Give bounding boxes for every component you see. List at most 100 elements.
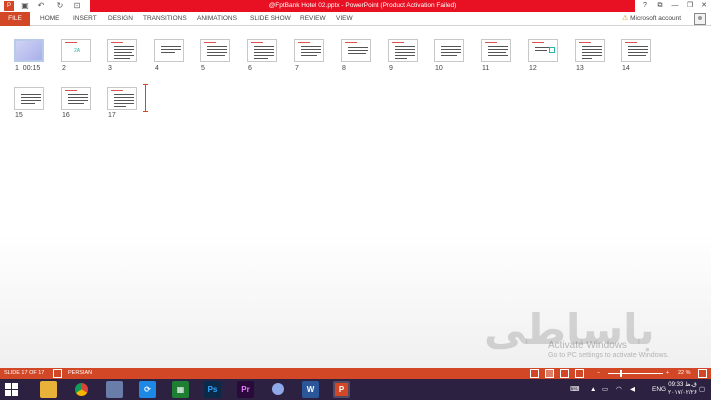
clock-time: 09:33 ق.ظ bbox=[668, 382, 697, 388]
wifi-icon[interactable]: ◠ bbox=[616, 379, 622, 400]
slide-thumbnail-4[interactable] bbox=[154, 39, 184, 62]
slide-thumbnail-14[interactable] bbox=[621, 39, 651, 62]
premiere-icon[interactable]: Pr bbox=[237, 381, 254, 398]
powerpoint-logo-icon: P bbox=[4, 1, 14, 11]
volume-icon[interactable]: ◀ bbox=[630, 379, 635, 400]
battery-icon[interactable]: ▭ bbox=[602, 379, 608, 400]
activate-windows-hint: Go to PC settings to activate Windows. bbox=[548, 352, 669, 359]
slide-thumbnail-3[interactable] bbox=[107, 39, 137, 62]
slide-number-13: 13 bbox=[576, 65, 584, 72]
slide-thumbnail-9[interactable] bbox=[388, 39, 418, 62]
normal-view-icon[interactable] bbox=[530, 369, 539, 378]
slide-thumbnail-6[interactable] bbox=[247, 39, 277, 62]
slide-number-2: 2 bbox=[62, 65, 66, 72]
zoom-in-icon[interactable]: + bbox=[666, 368, 669, 379]
slide-thumbnail-13[interactable] bbox=[575, 39, 605, 62]
slide-number-17: 17 bbox=[108, 112, 116, 119]
clock-date: ۲۰۱۷/۰۲/۲۶ bbox=[668, 390, 698, 396]
slide-number-7: 7 bbox=[295, 65, 299, 72]
tab-file[interactable]: FILE bbox=[0, 12, 30, 26]
zoom-slider-thumb[interactable] bbox=[620, 370, 623, 377]
slide-thumbnail-17[interactable] bbox=[107, 87, 137, 110]
window-title: @FptBank Hotel 02.pptx - PowerPoint (Pro… bbox=[90, 0, 635, 12]
tab-home[interactable]: HOME bbox=[40, 12, 60, 26]
file-explorer-icon[interactable] bbox=[40, 381, 57, 398]
input-language[interactable]: ENG bbox=[652, 379, 666, 400]
redo-icon[interactable]: ↻ bbox=[55, 1, 65, 11]
reading-view-icon[interactable] bbox=[560, 369, 569, 378]
slide-thumbnail-5[interactable] bbox=[200, 39, 230, 62]
zoom-level[interactable]: 22 % bbox=[678, 368, 691, 379]
powerpoint-taskbar-icon[interactable]: P bbox=[333, 381, 350, 398]
slide-number-12: 12 bbox=[529, 65, 537, 72]
slide-number-15: 15 bbox=[15, 112, 23, 119]
ribbon-display-options-button[interactable]: ⧉ bbox=[653, 0, 667, 12]
update-app-icon[interactable]: ⟳ bbox=[139, 381, 156, 398]
slide-sorter-view-icon[interactable] bbox=[545, 369, 554, 378]
insertion-cursor bbox=[143, 84, 148, 112]
activate-windows-title: Activate Windows bbox=[548, 340, 627, 351]
restore-button[interactable]: ❐ bbox=[683, 0, 697, 12]
windows-start-icon[interactable] bbox=[5, 383, 18, 396]
warning-icon: ⚠ bbox=[622, 15, 629, 22]
undo-icon[interactable]: ↶ bbox=[36, 1, 46, 11]
slide-thumbnail-10[interactable] bbox=[434, 39, 464, 62]
slide-thumbnail-7[interactable] bbox=[294, 39, 324, 62]
slide-thumbnail-16[interactable] bbox=[61, 87, 91, 110]
zoom-slider[interactable] bbox=[608, 373, 663, 374]
ribbon-tabs: FILE HOME INSERT DESIGN TRANSITIONS ANIM… bbox=[0, 12, 711, 26]
slide-number-8: 8 bbox=[342, 65, 346, 72]
zoom-out-icon[interactable]: − bbox=[597, 368, 600, 379]
chrome-icon[interactable] bbox=[73, 381, 90, 398]
slide-number-11: 11 bbox=[482, 65, 490, 72]
action-center-icon[interactable]: ▢ bbox=[699, 379, 705, 400]
title-bar: P ▣ ↶ ↻ ⊡ @FptBank Hotel 02.pptx - Power… bbox=[0, 0, 711, 12]
language-indicator[interactable]: PERSIAN bbox=[68, 368, 92, 379]
tab-design[interactable]: DESIGN bbox=[108, 12, 133, 26]
slide-number-16: 16 bbox=[62, 112, 70, 119]
status-bar: SLIDE 17 OF 17 PERSIAN − + 22 % bbox=[0, 368, 711, 379]
notification-icon[interactable]: ▲ bbox=[590, 379, 596, 400]
slide-number-6: 6 bbox=[248, 65, 252, 72]
save-icon[interactable]: ▣ bbox=[20, 1, 30, 11]
photoshop-icon[interactable]: Ps bbox=[204, 381, 221, 398]
slide-thumbnail-1[interactable] bbox=[14, 39, 44, 62]
slide-number-5: 5 bbox=[201, 65, 205, 72]
close-button[interactable]: ✕ bbox=[697, 0, 711, 12]
tab-view[interactable]: VIEW bbox=[336, 12, 353, 26]
slide-number-1: 1 00:15 bbox=[15, 65, 41, 72]
minimize-button[interactable]: — bbox=[668, 0, 682, 12]
tab-transitions[interactable]: TRANSITIONS bbox=[143, 12, 187, 26]
slide-number-10: 10 bbox=[435, 65, 443, 72]
fit-to-window-icon[interactable] bbox=[698, 369, 707, 378]
tab-slide-show[interactable]: SLIDE SHOW bbox=[250, 12, 291, 26]
slide-thumbnail-2[interactable]: 2A bbox=[61, 39, 91, 62]
tab-insert[interactable]: INSERT bbox=[73, 12, 97, 26]
slide-timing: 00:15 bbox=[22, 65, 41, 72]
clock[interactable]: 09:33 ق.ظ ۲۰۱۷/۰۲/۲۶ bbox=[668, 381, 697, 397]
word-icon[interactable]: W bbox=[302, 381, 319, 398]
account-menu[interactable]: ⚠ Microsoft account bbox=[622, 13, 681, 25]
slide-counter: SLIDE 17 OF 17 bbox=[4, 370, 45, 376]
tab-review[interactable]: REVIEW bbox=[300, 12, 326, 26]
calculator-icon[interactable]: ▦ bbox=[172, 381, 189, 398]
account-label: Microsoft account bbox=[630, 15, 682, 22]
network-app-icon[interactable] bbox=[106, 381, 123, 398]
messenger-icon[interactable] bbox=[269, 381, 286, 398]
keyboard-icon[interactable]: ⌨ bbox=[570, 379, 579, 400]
slide-thumbnail-15[interactable] bbox=[14, 87, 44, 110]
slide-number-4: 4 bbox=[155, 65, 159, 72]
slide-number-9: 9 bbox=[389, 65, 393, 72]
slide-show-icon[interactable] bbox=[575, 369, 584, 378]
tab-animations[interactable]: ANIMATIONS bbox=[197, 12, 237, 26]
slide-thumbnail-11[interactable] bbox=[481, 39, 511, 62]
avatar[interactable] bbox=[694, 13, 706, 25]
slide-number-3: 3 bbox=[108, 65, 112, 72]
windows-taskbar: ⟳ ▦ Ps Pr W P ⌨ ▲ ▭ ◠ ◀ ENG 09:33 ق.ظ ۲۰… bbox=[0, 379, 711, 400]
slide-number-14: 14 bbox=[622, 65, 630, 72]
start-from-beginning-icon[interactable]: ⊡ bbox=[72, 1, 82, 11]
slide-thumbnail-8[interactable] bbox=[341, 39, 371, 62]
notes-edit-icon[interactable] bbox=[53, 369, 62, 378]
slide-thumbnail-12[interactable] bbox=[528, 39, 558, 62]
help-button[interactable]: ? bbox=[638, 0, 652, 12]
